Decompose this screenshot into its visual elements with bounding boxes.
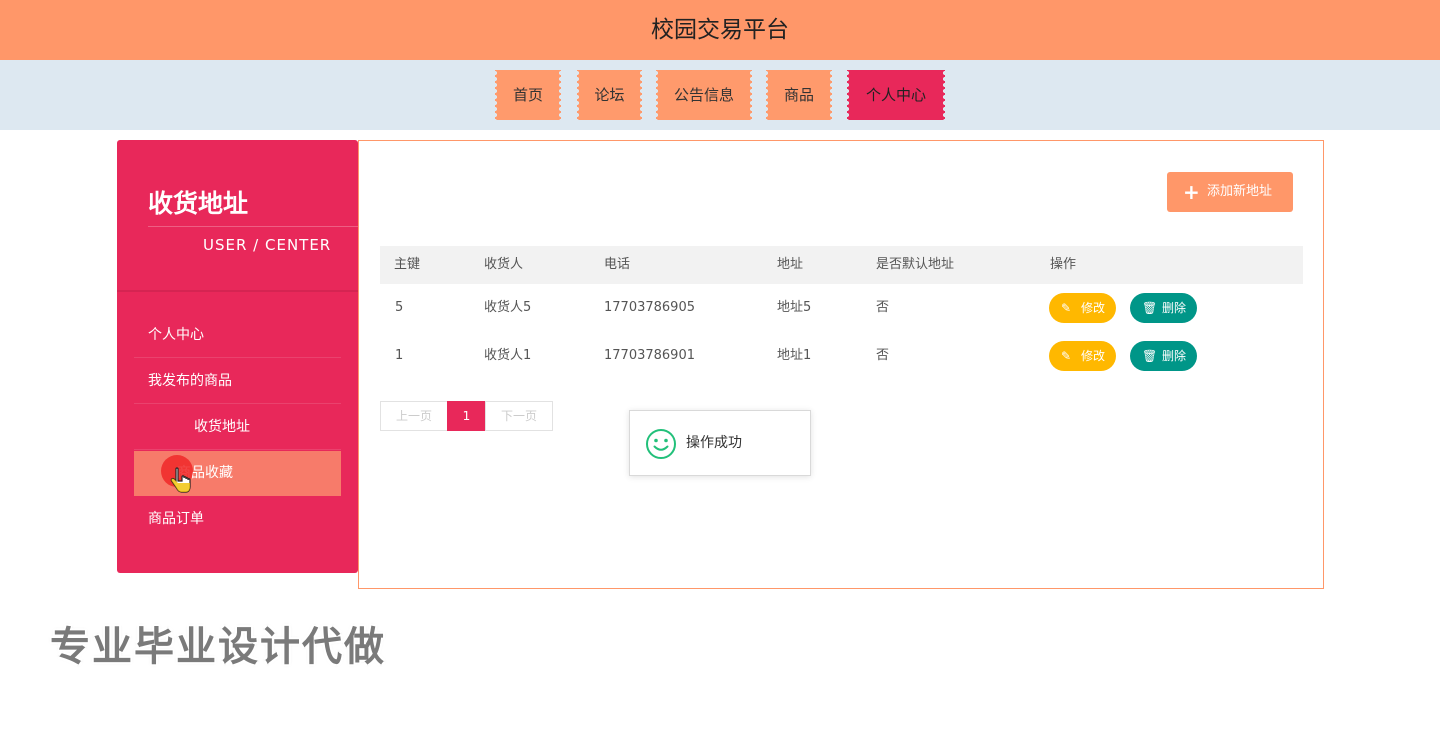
column-header: 是否默认地址 (876, 257, 955, 272)
toast-message: 操作成功 (686, 435, 742, 451)
column-header: 收货人 (484, 257, 524, 272)
column-header: 地址 (777, 257, 804, 272)
sidebar: 收货地址 USER / CENTER 个人中心 我发布的商品 收货地址 商品收藏… (117, 140, 358, 573)
cell-id: 5 (395, 300, 404, 315)
table-header: 主键 收货人 电话 地址 是否默认地址 操作 (380, 246, 1303, 284)
site-title: 校园交易平台 (651, 17, 789, 43)
hand-cursor-icon (170, 467, 191, 493)
plus-icon: + (1183, 180, 1200, 204)
next-page-button[interactable]: 下一页 (485, 401, 553, 431)
trash-icon: 🗑 (1142, 349, 1158, 363)
cell-phone: 17703786901 (604, 348, 695, 363)
sidebar-item-address[interactable]: 收货地址 (134, 405, 341, 450)
main-nav: 首页 论坛 公告信息 商品 个人中心 (0, 60, 1440, 130)
cell-id: 1 (395, 348, 404, 363)
current-page[interactable]: 1 (447, 401, 486, 431)
sidebar-divider (148, 226, 358, 227)
sidebar-subtitle: USER / CENTER (203, 236, 332, 254)
smile-icon (646, 429, 676, 459)
add-address-label: 添加新地址 (1207, 184, 1273, 199)
delete-button[interactable]: 🗑 删除 (1130, 293, 1197, 323)
sidebar-item-user-center[interactable]: 个人中心 (134, 313, 341, 358)
watermark-text: 专业毕业设计代做 (50, 624, 386, 670)
nav-item-home[interactable]: 首页 (495, 70, 561, 120)
nav-item-forum[interactable]: 论坛 (577, 70, 642, 120)
site-header: 校园交易平台 (0, 0, 1440, 60)
prev-page-button[interactable]: 上一页 (380, 401, 448, 431)
delete-label: 删除 (1162, 301, 1187, 315)
trash-icon: 🗑 (1142, 301, 1158, 315)
nav-item-user-center[interactable]: 个人中心 (847, 70, 945, 120)
edit-button[interactable]: ✎ 修改 (1049, 341, 1116, 371)
nav-item-notices[interactable]: 公告信息 (656, 70, 752, 120)
table-row: 1 收货人1 17703786901 地址1 否 ✎ 修改 🗑 删除 (380, 332, 1303, 380)
table-row: 5 收货人5 17703786905 地址5 否 ✎ 修改 🗑 删除 (380, 284, 1303, 332)
add-address-button[interactable]: + 添加新地址 (1167, 172, 1293, 212)
sidebar-item-orders[interactable]: 商品订单 (134, 497, 341, 542)
edit-label: 修改 (1081, 349, 1106, 363)
cell-receiver: 收货人5 (484, 300, 532, 315)
cell-address: 地址1 (777, 348, 812, 363)
pencil-icon: ✎ (1061, 301, 1072, 315)
cell-receiver: 收货人1 (484, 348, 532, 363)
column-header: 主键 (394, 257, 421, 272)
delete-button[interactable]: 🗑 删除 (1130, 341, 1197, 371)
cell-address: 地址5 (777, 300, 812, 315)
column-header: 操作 (1050, 257, 1077, 272)
cell-default: 否 (876, 348, 890, 363)
sidebar-title: 收货地址 (148, 189, 249, 218)
nav-item-goods[interactable]: 商品 (766, 70, 832, 120)
sidebar-divider (117, 290, 358, 292)
delete-label: 删除 (1162, 349, 1187, 363)
cell-default: 否 (876, 300, 890, 315)
sidebar-item-my-goods[interactable]: 我发布的商品 (134, 359, 341, 404)
success-toast: 操作成功 (629, 410, 811, 476)
main-panel: + 添加新地址 主键 收货人 电话 地址 是否默认地址 操作 5 收货人5 17… (358, 140, 1324, 589)
column-header: 电话 (604, 257, 631, 272)
cell-phone: 17703786905 (604, 300, 695, 315)
edit-button[interactable]: ✎ 修改 (1049, 293, 1116, 323)
edit-label: 修改 (1081, 301, 1106, 315)
pencil-icon: ✎ (1061, 349, 1072, 363)
